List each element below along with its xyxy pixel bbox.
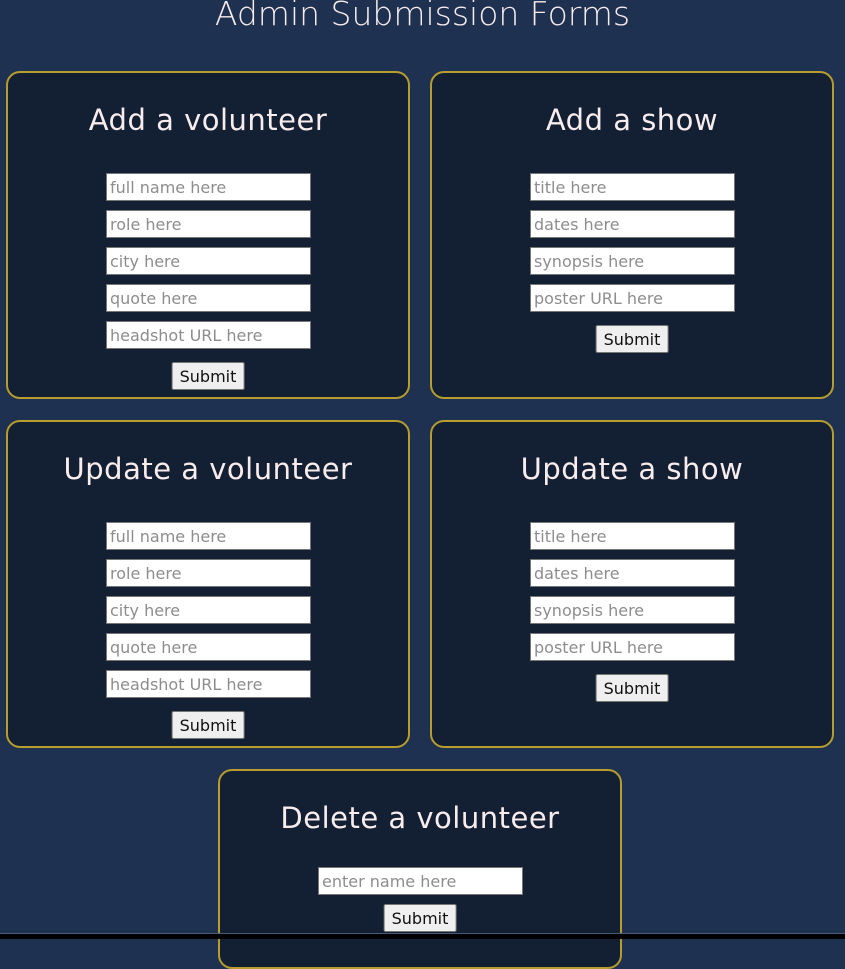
city-input[interactable]	[106, 596, 311, 624]
title-input[interactable]	[530, 173, 735, 201]
form-title: Add a show	[545, 103, 719, 137]
submit-button[interactable]: Submit	[171, 711, 245, 739]
submit-button[interactable]: Submit	[595, 325, 669, 353]
role-input[interactable]	[106, 210, 311, 238]
form-title: Add a volunteer	[88, 103, 328, 137]
full-name-input[interactable]	[106, 173, 311, 201]
page-title: Admin Submission Forms	[214, 0, 631, 33]
add-show-form: Add a show Submit	[430, 71, 834, 399]
dates-input[interactable]	[530, 210, 735, 238]
synopsis-input[interactable]	[530, 247, 735, 275]
full-name-input[interactable]	[106, 522, 311, 550]
volunteer-name-input[interactable]	[318, 867, 523, 895]
city-input[interactable]	[106, 247, 311, 275]
update-show-form: Update a show Submit	[430, 420, 834, 748]
quote-input[interactable]	[106, 633, 311, 661]
form-title: Update a show	[520, 452, 744, 486]
form-title: Delete a volunteer	[280, 801, 560, 835]
horizontal-scrollbar[interactable]	[0, 933, 845, 939]
headshot-url-input[interactable]	[106, 670, 311, 698]
form-title: Update a volunteer	[63, 452, 353, 486]
delete-volunteer-form: Delete a volunteer Submit	[218, 769, 622, 969]
submit-button[interactable]: Submit	[383, 904, 457, 932]
submit-button[interactable]: Submit	[595, 674, 669, 702]
update-volunteer-form: Update a volunteer Submit	[6, 420, 410, 748]
role-input[interactable]	[106, 559, 311, 587]
submit-button[interactable]: Submit	[171, 362, 245, 390]
headshot-url-input[interactable]	[106, 321, 311, 349]
poster-url-input[interactable]	[530, 284, 735, 312]
dates-input[interactable]	[530, 559, 735, 587]
add-volunteer-form: Add a volunteer Submit	[6, 71, 410, 399]
quote-input[interactable]	[106, 284, 311, 312]
title-input[interactable]	[530, 522, 735, 550]
poster-url-input[interactable]	[530, 633, 735, 661]
synopsis-input[interactable]	[530, 596, 735, 624]
